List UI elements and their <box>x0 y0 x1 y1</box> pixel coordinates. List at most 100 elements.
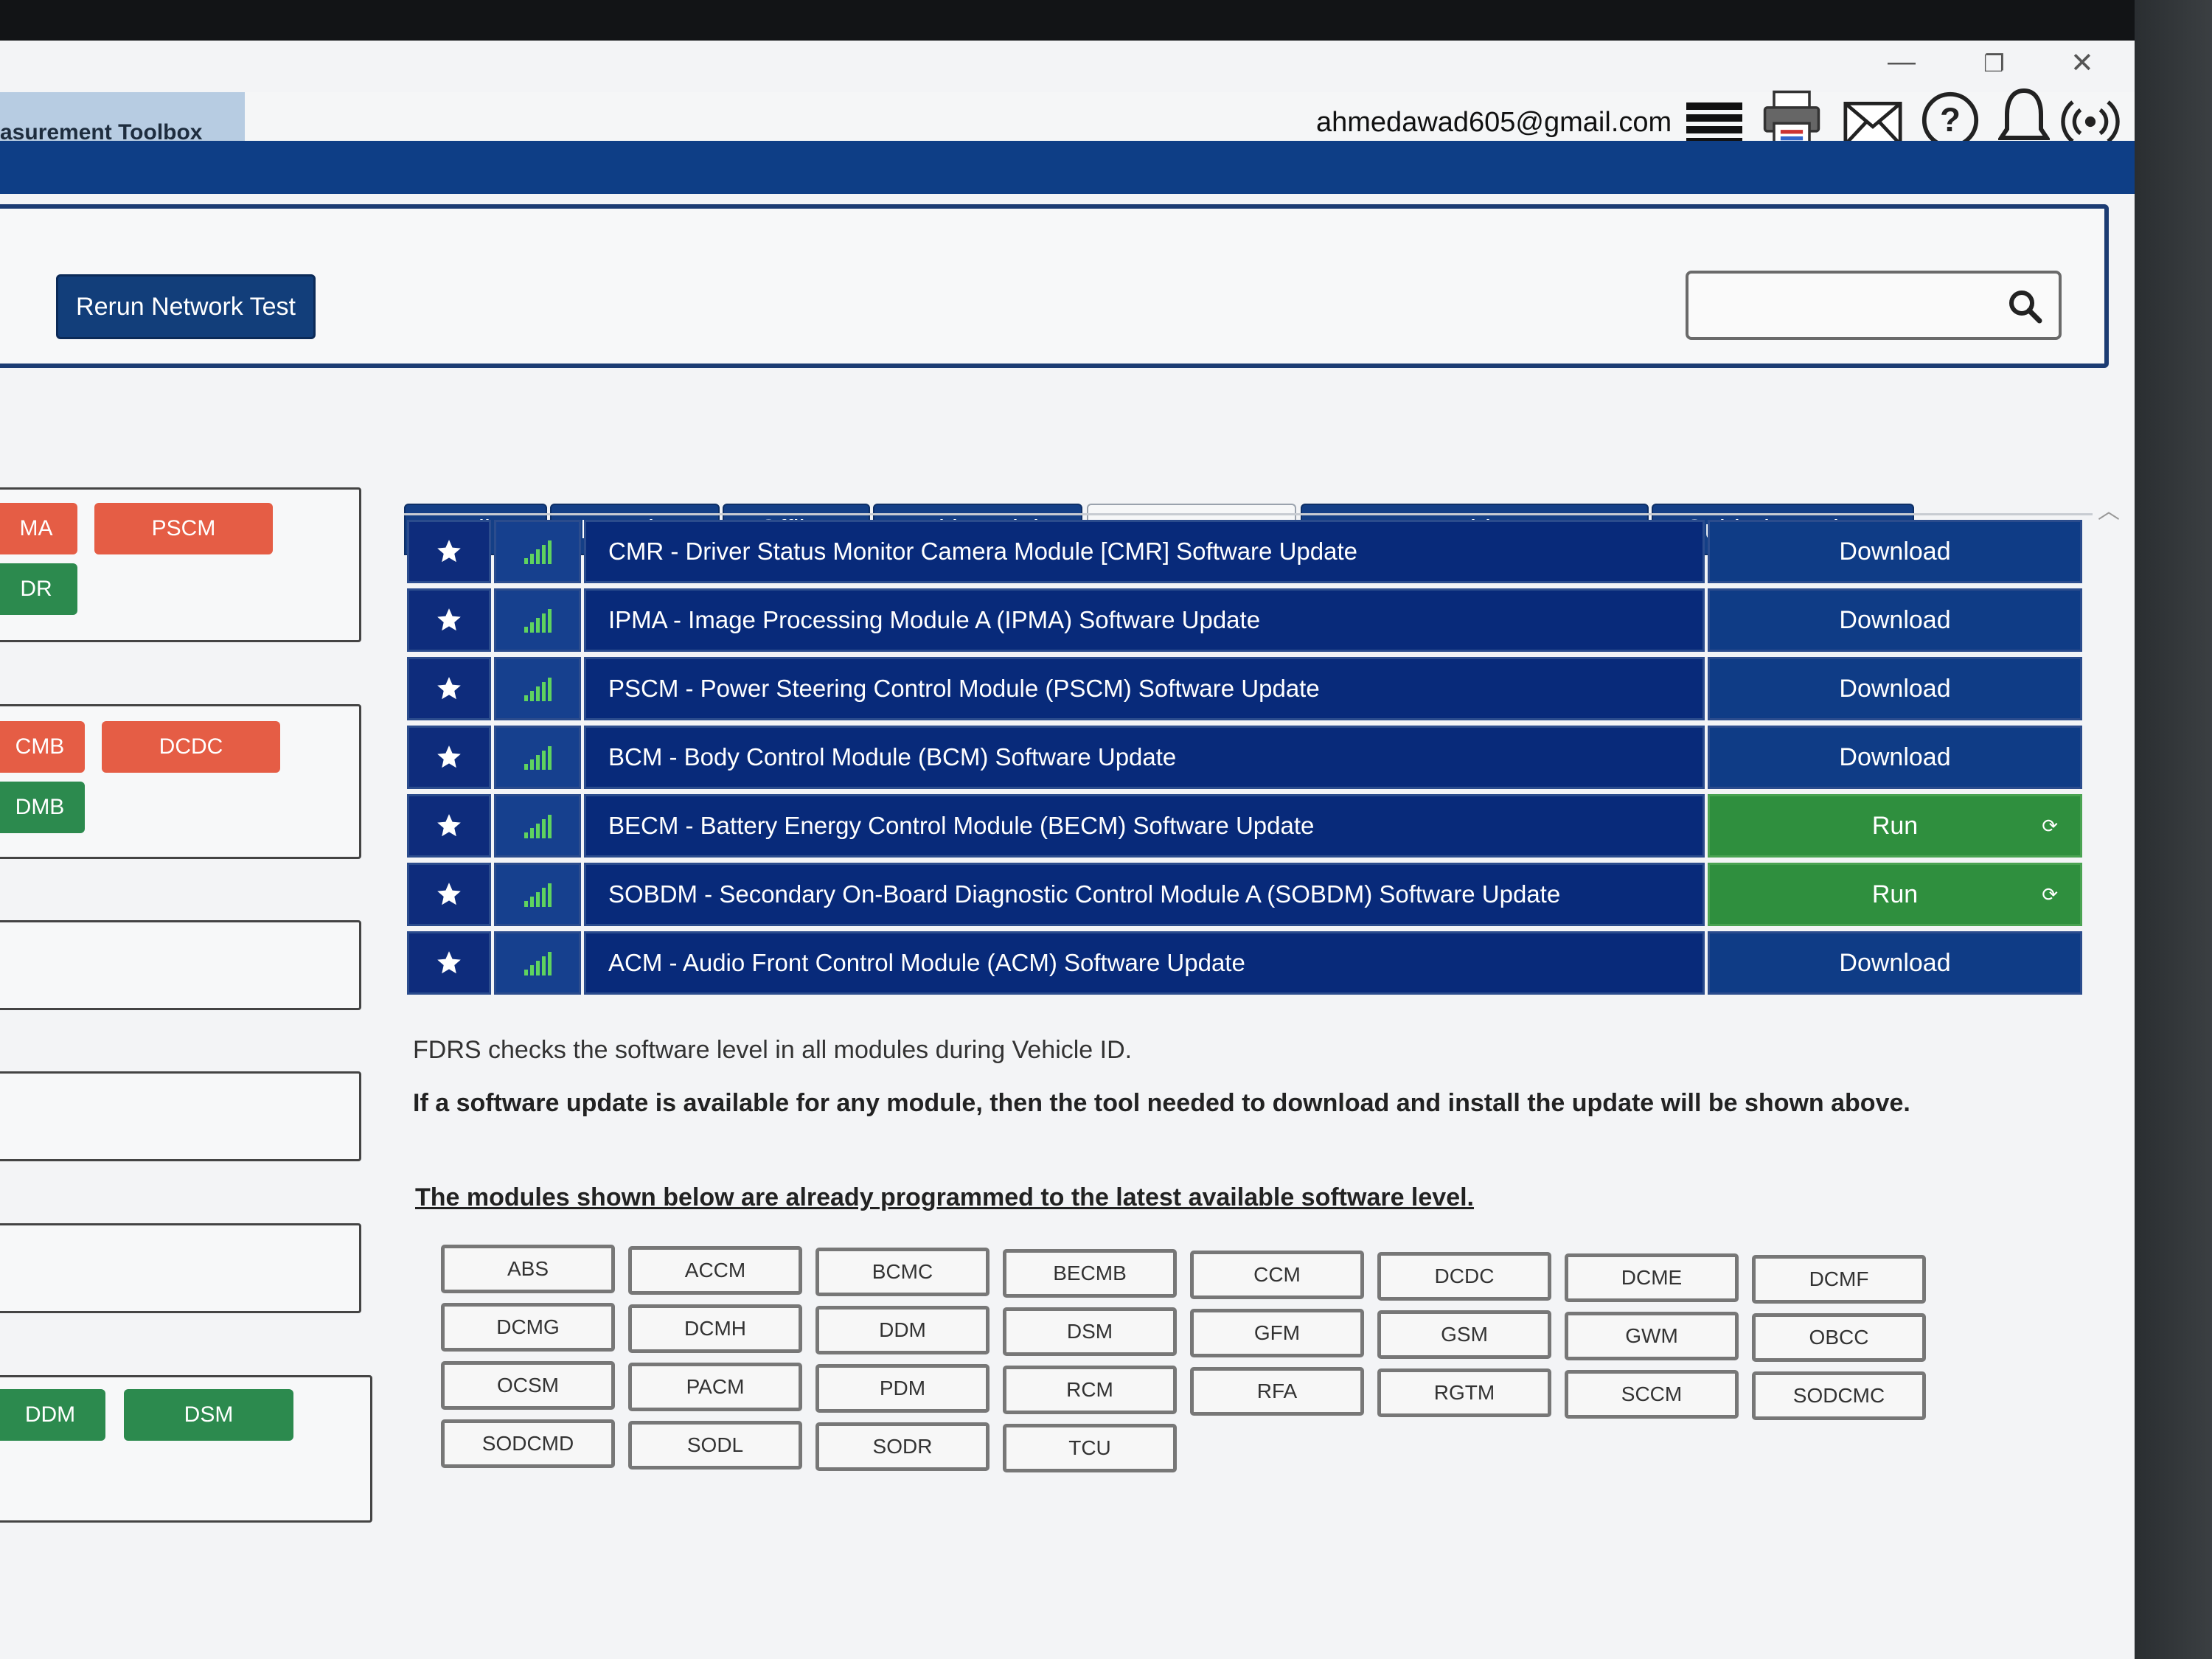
info-update-available: If a software update is available for an… <box>413 1089 1910 1117</box>
table-row[interactable]: BCM - Body Control Module (BCM) Software… <box>407 726 2088 789</box>
minimize-button[interactable]: — <box>1888 46 1916 78</box>
module-badge[interactable]: DCME <box>1565 1253 1739 1302</box>
update-name[interactable]: ACM - Audio Front Control Module (ACM) S… <box>584 931 1705 995</box>
module-chip[interactable]: DSM <box>124 1389 293 1441</box>
module-badge[interactable]: RCM <box>1003 1366 1177 1414</box>
maximize-button[interactable]: ❐ <box>1983 49 2005 77</box>
info-vehicle-id: FDRS checks the software level in all mo… <box>413 1036 1133 1064</box>
module-badge[interactable]: PDM <box>815 1364 990 1413</box>
table-row[interactable]: PSCM - Power Steering Control Module (PS… <box>407 657 2088 720</box>
close-button[interactable]: ✕ <box>2070 46 2094 80</box>
rerun-network-test-button[interactable]: Rerun Network Test <box>56 274 316 339</box>
scroll-up-icon[interactable]: ︿ <box>2098 493 2120 525</box>
favorite-star-icon[interactable] <box>407 588 491 652</box>
table-row[interactable]: BECM - Battery Energy Control Module (BE… <box>407 794 2088 858</box>
module-badge[interactable]: ACCM <box>628 1246 802 1295</box>
module-badge[interactable]: BECMB <box>1003 1249 1177 1298</box>
module-badge[interactable]: DCMH <box>628 1304 802 1353</box>
favorite-star-icon[interactable] <box>407 520 491 583</box>
module-panel-4 <box>0 1071 361 1161</box>
module-badge[interactable]: BCMC <box>815 1248 990 1296</box>
module-panel-6: DDM DSM <box>0 1375 372 1523</box>
module-badge[interactable]: SODR <box>815 1422 990 1471</box>
table-row[interactable]: CMR - Driver Status Monitor Camera Modul… <box>407 520 2088 583</box>
search-input[interactable] <box>1686 271 2062 340</box>
action-label: Run <box>1871 880 1919 908</box>
module-chip[interactable]: DDM <box>0 1389 105 1441</box>
module-badge[interactable]: DDM <box>815 1306 990 1354</box>
favorite-star-icon[interactable] <box>407 657 491 720</box>
download-button[interactable]: Download <box>1708 657 2082 720</box>
update-name[interactable]: SOBDM - Secondary On-Board Diagnostic Co… <box>584 863 1705 926</box>
svg-text:?: ? <box>1940 101 1961 139</box>
module-chip[interactable]: DR <box>0 563 77 615</box>
bell-icon[interactable] <box>1994 88 2053 150</box>
app-window: — ❐ ✕ asurement Toolbox ahmedawad605@gma… <box>0 41 2135 1659</box>
update-name[interactable]: BCM - Body Control Module (BCM) Software… <box>584 726 1705 789</box>
run-button[interactable]: Run ⟳ <box>1708 794 2082 858</box>
module-badge[interactable]: DCMF <box>1752 1255 1926 1304</box>
download-button[interactable]: Download <box>1708 931 2082 995</box>
table-row[interactable]: ACM - Audio Front Control Module (ACM) S… <box>407 931 2088 995</box>
signal-strength-icon <box>494 863 581 926</box>
signal-strength-icon <box>494 588 581 652</box>
nav-band <box>0 141 2135 194</box>
favorite-star-icon[interactable] <box>407 726 491 789</box>
module-badge[interactable]: ABS <box>441 1245 615 1293</box>
action-label: Download <box>1839 537 1951 566</box>
module-panel-1: MA PSCM DR <box>0 487 361 642</box>
module-chip[interactable]: PSCM <box>94 503 273 554</box>
action-label: Download <box>1839 742 1951 771</box>
module-badge[interactable]: OCSM <box>441 1361 615 1410</box>
download-button[interactable]: Download <box>1708 588 2082 652</box>
refresh-icon: ⟳ <box>2042 814 2058 837</box>
refresh-icon: ⟳ <box>2042 883 2058 905</box>
module-badge[interactable]: SODCMD <box>441 1419 615 1468</box>
update-name[interactable]: IPMA - Image Processing Module A (IPMA) … <box>584 588 1705 652</box>
module-badge[interactable]: GWM <box>1565 1312 1739 1360</box>
action-label: Download <box>1839 605 1951 634</box>
user-email: ahmedawad605@gmail.com <box>1316 107 1672 138</box>
action-label: Download <box>1839 674 1951 703</box>
monitor-bezel-top <box>0 0 2212 44</box>
module-badge[interactable]: GSM <box>1377 1310 1551 1359</box>
module-badge[interactable]: DCMG <box>441 1303 615 1352</box>
signal-strength-icon <box>494 726 581 789</box>
module-badge[interactable]: GFM <box>1190 1309 1364 1357</box>
signal-strength-icon <box>494 794 581 858</box>
module-badge[interactable]: SODL <box>628 1421 802 1470</box>
update-name[interactable]: BECM - Battery Energy Control Module (BE… <box>584 794 1705 858</box>
module-badge[interactable]: PACM <box>628 1363 802 1411</box>
favorite-star-icon[interactable] <box>407 931 491 995</box>
download-button[interactable]: Download <box>1708 520 2082 583</box>
update-name[interactable]: CMR - Driver Status Monitor Camera Modul… <box>584 520 1705 583</box>
module-panel-2: CMB DCDC DMB <box>0 704 361 859</box>
module-chip[interactable]: CMB <box>0 721 85 773</box>
module-badge[interactable]: RGTM <box>1377 1368 1551 1417</box>
module-badge[interactable]: RFA <box>1190 1367 1364 1416</box>
signal-strength-icon <box>494 931 581 995</box>
module-chip[interactable]: MA <box>0 503 77 554</box>
module-badge[interactable]: CCM <box>1190 1251 1364 1299</box>
module-badge[interactable]: SCCM <box>1565 1370 1739 1419</box>
signal-strength-icon <box>494 520 581 583</box>
module-badge[interactable]: TCU <box>1003 1424 1177 1472</box>
printer-icon[interactable] <box>1762 89 1821 148</box>
module-badge[interactable]: DCDC <box>1377 1252 1551 1301</box>
table-row[interactable]: SOBDM - Secondary On-Board Diagnostic Co… <box>407 863 2088 926</box>
module-chip[interactable]: DMB <box>0 782 85 833</box>
run-button[interactable]: Run ⟳ <box>1708 863 2082 926</box>
module-badge[interactable]: SODCMC <box>1752 1371 1926 1420</box>
module-chip[interactable]: DCDC <box>102 721 280 773</box>
favorite-star-icon[interactable] <box>407 863 491 926</box>
module-panel-5 <box>0 1223 361 1313</box>
module-badge[interactable]: OBCC <box>1752 1313 1926 1362</box>
module-panel-3 <box>0 920 361 1010</box>
module-badge[interactable]: DSM <box>1003 1307 1177 1356</box>
favorite-star-icon[interactable] <box>407 794 491 858</box>
download-button[interactable]: Download <box>1708 726 2082 789</box>
info-modules-latest: The modules shown below are already prog… <box>415 1183 1475 1211</box>
search-icon[interactable] <box>2007 288 2042 327</box>
update-name[interactable]: PSCM - Power Steering Control Module (PS… <box>584 657 1705 720</box>
table-row[interactable]: IPMA - Image Processing Module A (IPMA) … <box>407 588 2088 652</box>
